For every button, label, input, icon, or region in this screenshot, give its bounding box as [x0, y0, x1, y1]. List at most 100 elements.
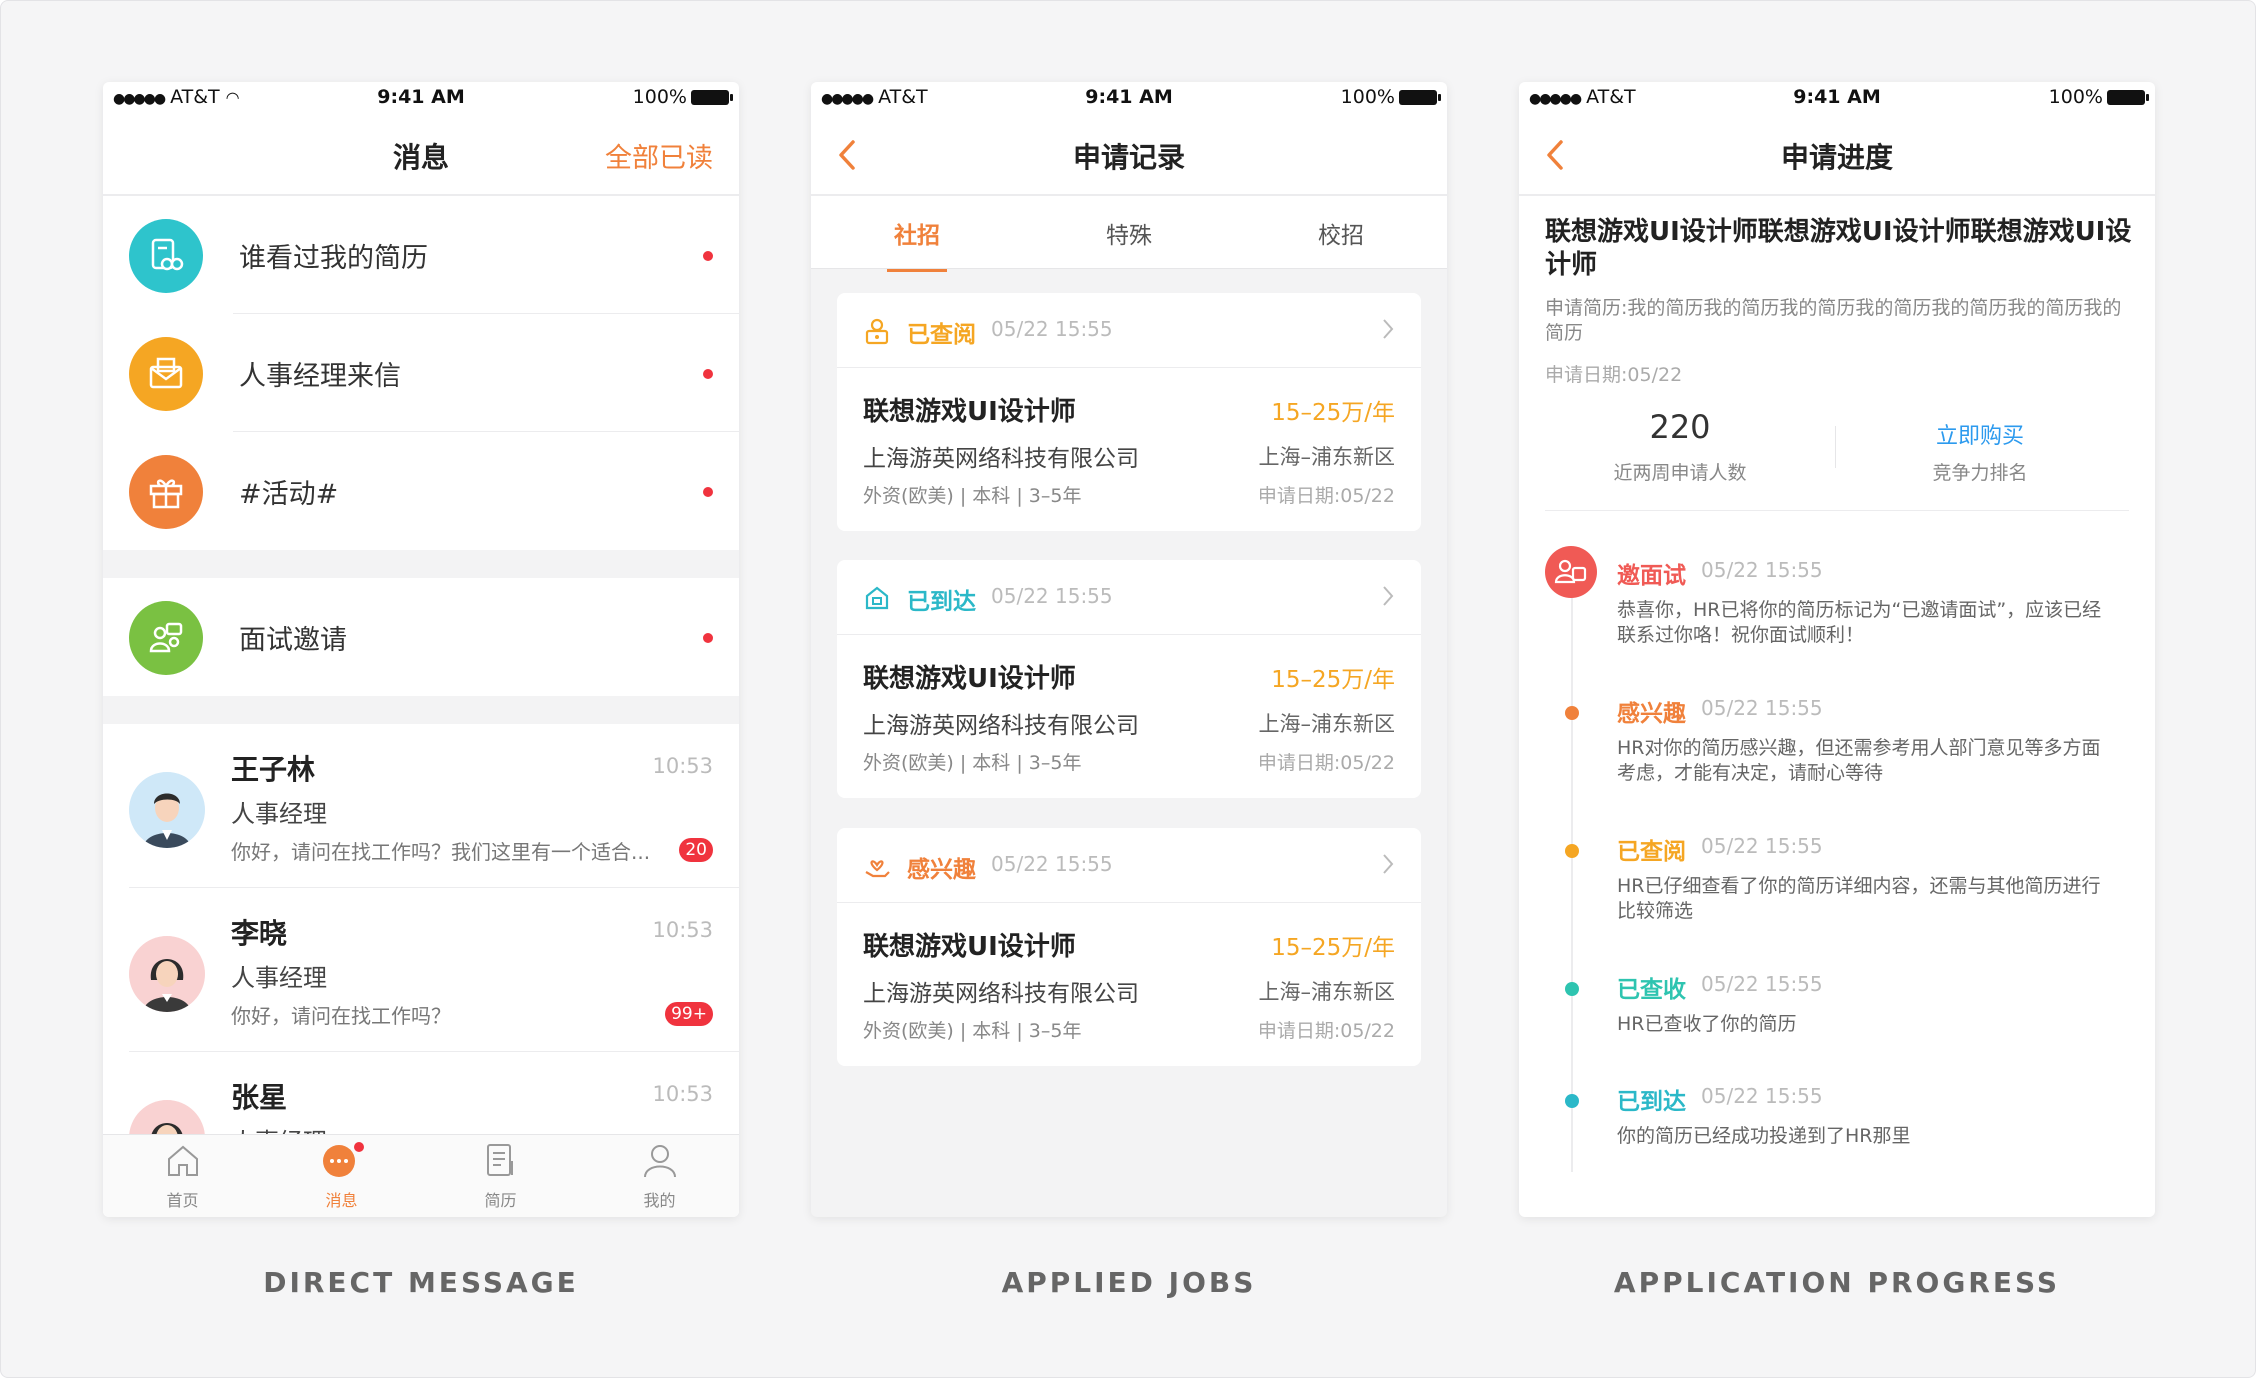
event-status: 已查阅 [1617, 839, 1686, 865]
resume-view-icon [129, 219, 203, 293]
system-item-label: #活动# [239, 479, 339, 510]
tab-special[interactable]: 特殊 [1023, 216, 1235, 250]
application-card[interactable]: 已到达 05/22 15:55 联想游戏UI设计师 15–25万/年 上海游英网… [837, 560, 1421, 798]
unread-dot [703, 369, 713, 379]
event-status: 已查收 [1617, 977, 1686, 1003]
rank-label: 竞争力排名 [1932, 462, 2028, 484]
applicants-label: 近两周申请人数 [1613, 462, 1747, 484]
chat-item[interactable]: 王子林 人事经理 你好，请问在找工作吗？我们这里有一个适合... 10:53 2… [103, 724, 739, 888]
job-title: 联想游戏UI设计师联想游戏UI设计师联想游戏UI设计师 [1545, 217, 2132, 280]
event-time: 05/22 15:55 [1701, 1084, 1823, 1108]
event-description: 恭喜你，HR已将你的简历标记为“已邀请面试”，应该已经联系过你咯！祝你面试顺利！ [1617, 599, 2102, 646]
avatar [129, 936, 205, 1012]
job-title: 联想游戏UI设计师 [863, 664, 1076, 694]
company-name: 上海游英网络科技有限公司 [863, 446, 1139, 472]
battery-label: 100% [632, 86, 687, 108]
chevron-right-icon [1383, 586, 1394, 606]
tab-home[interactable]: 首页 [103, 1141, 262, 1211]
chat-role: 人事经理 [231, 964, 327, 992]
event-time: 05/22 15:55 [1701, 834, 1823, 858]
event-status: 邀面试 [1617, 563, 1686, 589]
unread-badge: 99+ [665, 1002, 713, 1026]
status-label: 感兴趣 [907, 857, 976, 883]
chat-role: 人事经理 [231, 800, 327, 828]
battery-label: 100% [2048, 86, 2103, 108]
system-item-hr-letters[interactable]: 人事经理来信 [103, 314, 739, 432]
event-description: HR已仔细查看了你的简历详细内容，还需与其他简历进行比较筛选 [1617, 875, 2101, 922]
tab-label: 首页 [166, 1191, 199, 1210]
tab-bar: 首页 消息 简历 我的 [103, 1134, 739, 1217]
chevron-right-icon [1383, 854, 1394, 874]
chat-preview: 你好，请问在找工作吗？我们这里有一个适合... [231, 840, 651, 864]
tab-resume[interactable]: 简历 [421, 1141, 580, 1211]
status-label: 已查阅 [907, 322, 976, 348]
interview-invite-icon [1545, 546, 1597, 598]
chat-time: 10:53 [652, 918, 713, 942]
system-item-resume-views[interactable]: 谁看过我的简历 [103, 196, 739, 314]
card-header[interactable]: 已查阅 05/22 15:55 [837, 293, 1421, 368]
card-header[interactable]: 已到达 05/22 15:55 [837, 560, 1421, 635]
mark-all-read-button[interactable]: 全部已读 [605, 136, 713, 175]
application-card[interactable]: 感兴趣 05/22 15:55 联想游戏UI设计师 15–25万/年 上海游英网… [837, 828, 1421, 1066]
page-title: 申请记录 [1072, 141, 1185, 174]
status-bar: ●●●●● AT&T 9:41 AM 100% [811, 82, 1447, 114]
apply-date: 申请日期:05/22 [1257, 485, 1395, 507]
message-icon [322, 1142, 364, 1177]
section-gap [103, 550, 739, 578]
chat-name: 李晓 [231, 917, 288, 950]
nav-bar: 申请记录 [811, 114, 1447, 196]
chat-time: 10:53 [652, 1082, 713, 1106]
event-description: HR对你的简历感兴趣，但还需参考用人部门意见等多方面考虑，才能有决定，请耐心等待 [1617, 737, 2101, 784]
status-bar: ●●●●● AT&T 9:41 AM 100% [1519, 82, 2155, 114]
event-time: 05/22 15:55 [1701, 972, 1823, 996]
system-item-interview-invites[interactable]: 面试邀请 [103, 578, 739, 696]
messages-screen: ●●●●● AT&T ◠ 9:41 AM 100% 消息 全部已读 谁看过我的简历 … [103, 82, 739, 1217]
avatar [129, 772, 205, 848]
battery-icon [691, 90, 733, 105]
salary: 15–25万/年 [1271, 935, 1395, 961]
caption-application-progress: APPLICATION PROGRESS [1613, 1266, 2061, 1299]
resume-used: 申请简历:我的简历我的简历我的简历我的简历我的简历我的简历我的简历 [1545, 297, 2122, 344]
battery-icon [2107, 90, 2149, 105]
nav-bar: 消息 全部已读 [103, 114, 739, 196]
tab-profile[interactable]: 我的 [580, 1141, 739, 1211]
buy-now-button[interactable]: 立即购买 [1835, 418, 2125, 450]
tab-label: 我的 [643, 1191, 676, 1210]
status-time: 05/22 15:55 [991, 584, 1113, 608]
event-time: 05/22 15:55 [1701, 558, 1823, 582]
company-name: 上海游英网络科技有限公司 [863, 981, 1139, 1007]
caption-applied-jobs: APPLIED JOBS [1001, 1266, 1257, 1299]
job-title: 联想游戏UI设计师 [863, 932, 1076, 962]
page-title: 申请进度 [1780, 141, 1893, 174]
tab-social[interactable]: 社招 [811, 216, 1023, 272]
status-bar: ●●●●● AT&T ◠ 9:41 AM 100% [103, 82, 739, 114]
envelope-icon [129, 337, 203, 411]
job-meta: 外资(欧美) | 本科 | 3–5年 [863, 1020, 1082, 1042]
resume-icon [486, 1144, 513, 1176]
application-card[interactable]: 已查阅 05/22 15:55 联想游戏UI设计师 15–25万/年 上海游英网… [837, 293, 1421, 531]
timeline-dot [1565, 706, 1579, 720]
job-title: 联想游戏UI设计师 [863, 397, 1076, 427]
apply-date: 申请日期:05/22 [1257, 752, 1395, 774]
interest-icon [865, 860, 890, 878]
section-gap [103, 696, 739, 724]
timeline-dot [1565, 982, 1579, 996]
apply-date: 申请日期:05/22 [1545, 364, 1683, 386]
unread-badge: 20 [679, 838, 713, 862]
chat-item[interactable]: 李晓 人事经理 你好，请问在找工作吗？ 10:53 99+ [103, 888, 739, 1052]
event-time: 05/22 15:55 [1701, 696, 1823, 720]
timeline-line [1571, 552, 1573, 1172]
event-description: HR已查收了你的简历 [1617, 1013, 1797, 1035]
tab-campus[interactable]: 校招 [1235, 216, 1447, 250]
system-item-events[interactable]: #活动# [103, 432, 739, 550]
card-header[interactable]: 感兴趣 05/22 15:55 [837, 828, 1421, 903]
application-progress-screen: ●●●●● AT&T 9:41 AM 100% 申请进度 联想游戏UI设计师联想游… [1519, 82, 2155, 1217]
category-tabs: 社招 特殊 校招 [811, 196, 1447, 272]
company-name: 上海游英网络科技有限公司 [863, 713, 1139, 739]
tab-messages[interactable]: 消息 [262, 1141, 421, 1211]
salary: 15–25万/年 [1271, 667, 1395, 693]
chat-time: 10:53 [652, 754, 713, 778]
divider [1545, 510, 2129, 511]
location: 上海–浦东新区 [1258, 445, 1396, 469]
timeline-dot [1565, 844, 1579, 858]
